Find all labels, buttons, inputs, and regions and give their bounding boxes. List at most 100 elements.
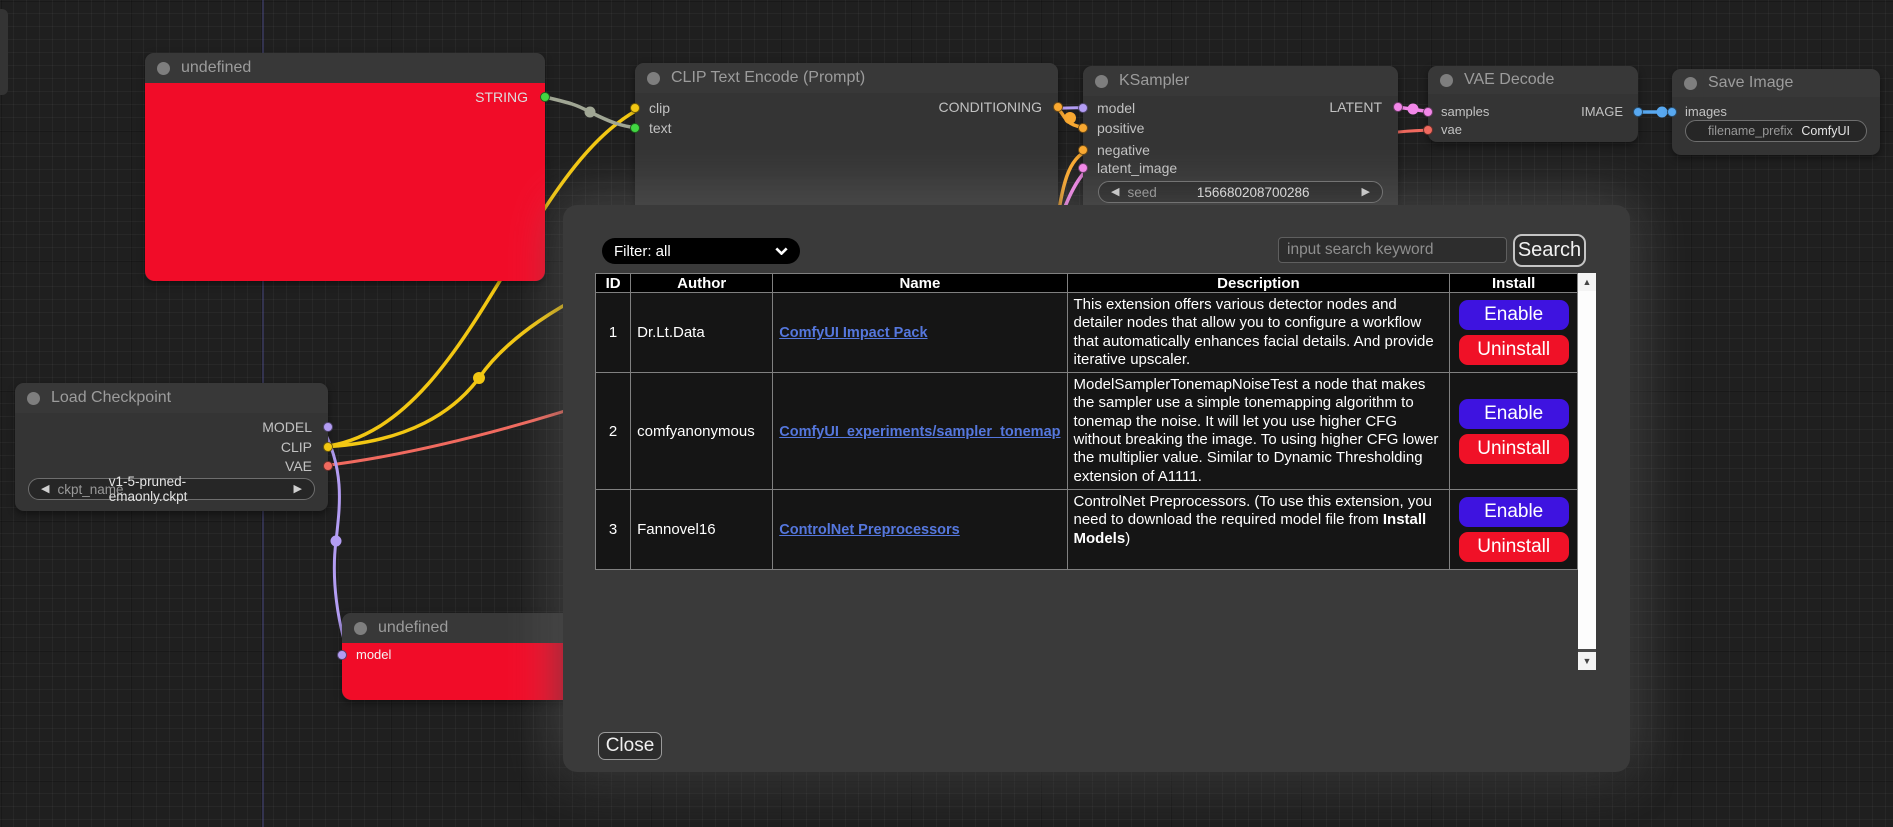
node-graph-canvas[interactable]: undefined STRING CLIP Text Encode (Promp… <box>0 0 1893 827</box>
node-collapse-dot[interactable] <box>1440 74 1453 87</box>
node-clip-text-encode[interactable]: CLIP Text Encode (Prompt) clip text COND… <box>635 63 1058 215</box>
node-title-bar[interactable]: KSampler <box>1083 66 1398 96</box>
link-dot-string <box>585 107 596 118</box>
enable-button[interactable]: Enable <box>1459 497 1569 527</box>
filter-select[interactable]: Filter: all <box>602 238 800 264</box>
extension-link[interactable]: ControlNet Preprocessors <box>779 522 960 538</box>
uninstall-button[interactable]: Uninstall <box>1459 434 1569 464</box>
node-title-bar[interactable]: undefined <box>342 613 600 643</box>
uninstall-button[interactable]: Uninstall <box>1459 335 1569 365</box>
description-text: ControlNet Preprocessors. (To use this e… <box>1074 493 1433 528</box>
cell-author: Fannovel16 <box>631 489 773 569</box>
increment-arrow-icon[interactable]: ▶ <box>294 478 302 500</box>
node-collapse-dot[interactable] <box>27 392 40 405</box>
image-output-port[interactable] <box>1633 107 1643 117</box>
string-output-port[interactable] <box>540 92 550 102</box>
offscreen-node-sliver <box>0 9 8 95</box>
extension-link[interactable]: ComfyUI_experiments/sampler_tonemap <box>779 424 1060 440</box>
decrement-arrow-icon[interactable]: ◀ <box>1111 181 1119 203</box>
scroll-down-button[interactable]: ▼ <box>1578 652 1596 670</box>
cell-description: ModelSamplerTonemapNoiseTest a node that… <box>1067 373 1450 490</box>
node-collapse-dot[interactable] <box>157 62 170 75</box>
node-title-bar[interactable]: CLIP Text Encode (Prompt) <box>635 63 1058 93</box>
header-author: Author <box>631 274 773 293</box>
positive-input-port[interactable] <box>1078 123 1088 133</box>
image-output-label: IMAGE <box>1581 102 1623 122</box>
latent-output-port[interactable] <box>1393 102 1403 112</box>
increment-arrow-icon[interactable]: ▶ <box>1362 181 1370 203</box>
vae-output-port[interactable] <box>323 461 333 471</box>
filename-prefix-widget[interactable]: filename_prefix ComfyUI <box>1685 120 1867 142</box>
clip-input-port[interactable] <box>630 103 640 113</box>
node-title: undefined <box>181 59 251 77</box>
scrollbar-track[interactable]: ▲ ▼ <box>1578 273 1596 670</box>
node-load-checkpoint[interactable]: Load Checkpoint MODEL CLIP VAE ◀ ckpt_na… <box>15 383 328 511</box>
node-undefined-top[interactable]: undefined STRING <box>145 53 545 281</box>
text-input-label: text <box>649 118 672 138</box>
table-header-row: ID Author Name Description Install <box>596 274 1578 293</box>
uninstall-button[interactable]: Uninstall <box>1459 532 1569 562</box>
samples-input-port[interactable] <box>1423 107 1433 117</box>
link-dot-model <box>331 536 342 547</box>
table-row: 1 Dr.Lt.Data ComfyUI Impact Pack This ex… <box>596 293 1578 373</box>
latent-image-input-port[interactable] <box>1078 163 1088 173</box>
conditioning-output-port[interactable] <box>1053 102 1063 112</box>
images-input-port[interactable] <box>1667 107 1677 117</box>
node-title: Save Image <box>1708 74 1793 92</box>
cell-description: ControlNet Preprocessors. (To use this e… <box>1067 489 1450 569</box>
node-collapse-dot[interactable] <box>1684 77 1697 90</box>
node-title: CLIP Text Encode (Prompt) <box>671 69 865 87</box>
text-input-port[interactable] <box>630 123 640 133</box>
extension-table: ID Author Name Description Install 1 Dr.… <box>595 273 1578 570</box>
error-node-body <box>145 83 545 281</box>
seed-widget[interactable]: ◀ seed 156680208700286 ▶ <box>1098 181 1383 203</box>
node-title-bar[interactable]: Save Image <box>1672 69 1880 97</box>
vae-input-port[interactable] <box>1423 125 1433 135</box>
model-output-label: MODEL <box>262 417 312 437</box>
scroll-down-icon: ▼ <box>1583 656 1592 666</box>
header-install: Install <box>1450 274 1578 293</box>
node-vae-decode[interactable]: VAE Decode samples vae IMAGE <box>1428 66 1638 142</box>
table-row: 3 Fannovel16 ControlNet Preprocessors Co… <box>596 489 1578 569</box>
node-title-bar[interactable]: undefined <box>145 53 545 83</box>
node-save-image[interactable]: Save Image images filename_prefix ComfyU… <box>1672 69 1880 155</box>
node-undefined-bottom[interactable]: undefined model <box>342 613 600 700</box>
link-dot-clip <box>473 372 485 384</box>
string-output-label: STRING <box>475 87 528 107</box>
decrement-arrow-icon[interactable]: ◀ <box>41 478 49 500</box>
model-input-port[interactable] <box>1078 103 1088 113</box>
node-collapse-dot[interactable] <box>1095 75 1108 88</box>
cell-description: This extension offers various detector n… <box>1067 293 1450 373</box>
samples-input-label: samples <box>1441 102 1489 122</box>
ckpt-name-value: v1-5-pruned-emaonly.ckpt <box>109 474 252 504</box>
positive-input-label: positive <box>1097 118 1144 138</box>
model-input-port[interactable] <box>337 650 347 660</box>
node-ksampler[interactable]: KSampler model positive negative latent_… <box>1083 66 1398 215</box>
cell-id: 3 <box>596 489 631 569</box>
negative-input-port[interactable] <box>1078 145 1088 155</box>
scroll-up-button[interactable]: ▲ <box>1578 273 1596 291</box>
model-output-port[interactable] <box>323 422 333 432</box>
scrollbar-thumb[interactable] <box>1578 291 1596 649</box>
enable-button[interactable]: Enable <box>1459 399 1569 429</box>
clip-output-port[interactable] <box>323 442 333 452</box>
node-title: KSampler <box>1119 72 1189 90</box>
latent-image-input-label: latent_image <box>1097 158 1177 178</box>
conditioning-output-label: CONDITIONING <box>939 97 1042 117</box>
search-input[interactable] <box>1278 237 1507 263</box>
close-button[interactable]: Close <box>598 732 662 760</box>
vae-input-label: vae <box>1441 120 1462 140</box>
enable-button[interactable]: Enable <box>1459 300 1569 330</box>
link-dot-latent <box>1408 104 1419 115</box>
ckpt-name-widget[interactable]: ◀ ckpt_name v1-5-pruned-emaonly.ckpt ▶ <box>28 478 315 500</box>
node-title-bar[interactable]: Load Checkpoint <box>15 383 328 413</box>
extension-link[interactable]: ComfyUI Impact Pack <box>779 325 927 341</box>
images-input-label: images <box>1685 102 1727 122</box>
filter-select-value: Filter: all <box>614 243 671 260</box>
header-id: ID <box>596 274 631 293</box>
node-collapse-dot[interactable] <box>647 72 660 85</box>
search-button[interactable]: Search <box>1513 234 1586 267</box>
node-title: undefined <box>378 619 448 637</box>
node-collapse-dot[interactable] <box>354 622 367 635</box>
node-title-bar[interactable]: VAE Decode <box>1428 66 1638 94</box>
